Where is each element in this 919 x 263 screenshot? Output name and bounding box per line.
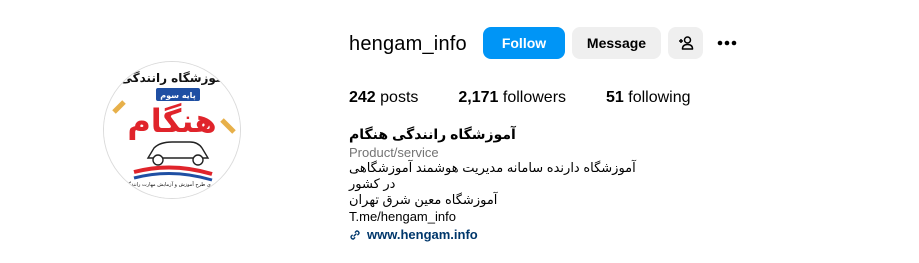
following-label: following [623,89,691,106]
bio-website-text: www.hengam.info [367,227,478,242]
followers-label: followers [498,89,567,106]
bio-website-link[interactable]: www.hengam.info [349,227,649,242]
profile-avatar[interactable]: آموزشگاه رانندگی پایه سوم هنگام مجری طرح… [103,61,241,199]
more-options-icon [717,40,737,46]
followers-count: 2,171 [458,89,499,106]
bio-text-line-1: آموزشگاه دارنده سامانه مدیریت هوشمند آمو… [349,160,636,191]
more-options-button[interactable] [714,33,740,53]
avatar-footer-text: مجری طرح آموزش و آزمایش مهارت رانندگی [125,181,220,188]
link-icon [350,229,360,240]
message-button[interactable]: Message [572,27,661,59]
follow-button[interactable]: Follow [483,27,565,59]
profile-username: hengam_info [349,33,467,55]
avatar-logo-image: آموزشگاه رانندگی پایه سوم هنگام مجری طرح… [104,62,240,198]
posts-stat: 242 posts [349,89,418,107]
profile-stats: 242 posts 2,171 followers 51 following [349,89,731,107]
following-count: 51 [606,89,624,106]
followers-stat[interactable]: 2,171 followers [458,89,566,107]
avatar-brand-text: هنگام [127,102,216,140]
posts-count: 242 [349,89,376,106]
suggest-accounts-button[interactable] [668,27,703,59]
bio-text-line-2: آموزشگاه معین شرق تهران [349,192,498,207]
bio-category: Product/service [349,145,439,160]
bio-display-name: آموزشگاه رانندگی هنگام [349,126,516,142]
posts-label: posts [375,89,419,106]
profile-bio: آموزشگاه رانندگی هنگام Product/service آ… [349,126,649,242]
avatar-badge-text: پایه سوم [160,91,195,100]
following-stat[interactable]: 51 following [606,89,691,107]
bio-telegram-link: T.me/hengam_info [349,209,456,224]
person-add-icon [678,36,693,50]
avatar-title-text: آموزشگاه رانندگی [121,70,229,86]
